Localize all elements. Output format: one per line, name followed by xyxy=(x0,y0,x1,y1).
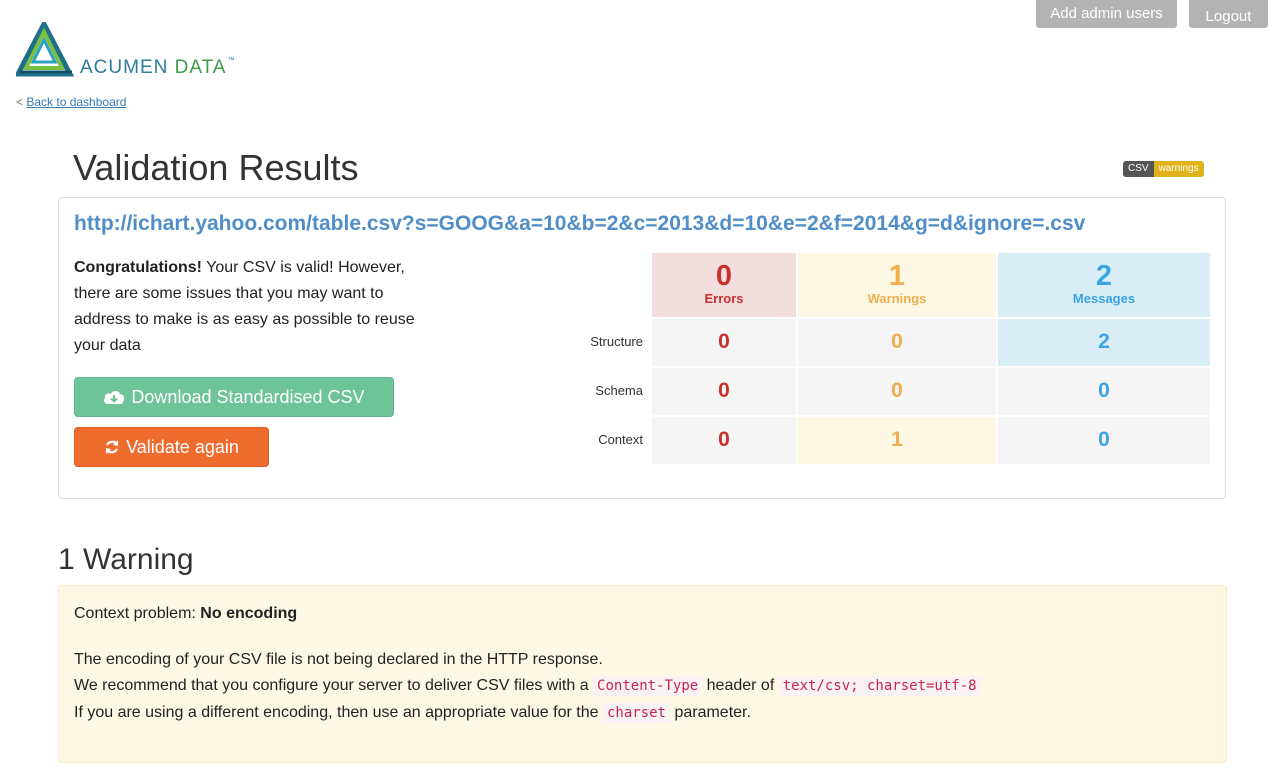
schema-errors: 0 xyxy=(652,368,796,415)
back-to-dashboard-link[interactable]: Back to dashboard xyxy=(26,95,126,109)
warning-line-2: We recommend that you configure your ser… xyxy=(74,676,981,696)
cloud-download-icon xyxy=(104,391,125,404)
add-admin-users-button[interactable]: Add admin users xyxy=(1036,0,1177,28)
csv-url-link[interactable]: http://ichart.yahoo.com/table.csv?s=GOOG… xyxy=(74,212,1085,236)
breadcrumb: < Back to dashboard xyxy=(16,95,127,109)
logo-triangle-icon xyxy=(16,22,75,77)
warning-line-1: The encoding of your CSV file is not bei… xyxy=(74,651,603,668)
congratulations-text: Congratulations! Your CSV is valid! Howe… xyxy=(74,259,415,354)
structure-errors: 0 xyxy=(652,319,796,366)
charset-code: charset xyxy=(602,703,670,723)
schema-messages: 0 xyxy=(998,368,1210,415)
errors-summary: 0 Errors xyxy=(652,253,796,317)
row-label-schema: Schema xyxy=(595,383,643,398)
context-errors: 0 xyxy=(652,417,796,464)
content-type-value-code: text/csv; charset=utf-8 xyxy=(778,676,981,696)
status-badge: CSV warnings xyxy=(1123,161,1204,177)
page-title: Validation Results xyxy=(73,147,359,188)
validate-again-button[interactable]: Validate again xyxy=(74,427,269,467)
refresh-icon xyxy=(106,440,119,454)
schema-warnings: 0 xyxy=(798,368,996,415)
context-warnings: 1 xyxy=(798,417,996,464)
warning-title: Context problem: No encoding xyxy=(74,605,298,622)
row-label-structure: Structure xyxy=(590,334,643,349)
acumen-data-logo[interactable]: ACUMEN DATA™ xyxy=(16,22,256,78)
structure-warnings: 0 xyxy=(798,319,996,366)
badge-label: CSV xyxy=(1123,161,1154,177)
badge-status: warnings xyxy=(1153,161,1204,177)
context-messages: 0 xyxy=(998,417,1210,464)
structure-messages: 2 xyxy=(998,319,1210,366)
warnings-summary: 1 Warnings xyxy=(798,253,996,317)
logo-wordmark: ACUMEN DATA™ xyxy=(80,57,236,78)
warning-line-3: If you are using a different encoding, t… xyxy=(74,703,751,723)
content-type-code: Content-Type xyxy=(593,676,703,696)
row-label-context: Context xyxy=(598,432,643,447)
warnings-heading: 1 Warning xyxy=(58,543,194,576)
messages-summary: 2 Messages xyxy=(998,253,1210,317)
download-standardised-csv-button[interactable]: Download Standardised CSV xyxy=(74,377,394,417)
logout-button[interactable]: Logout xyxy=(1189,0,1268,28)
